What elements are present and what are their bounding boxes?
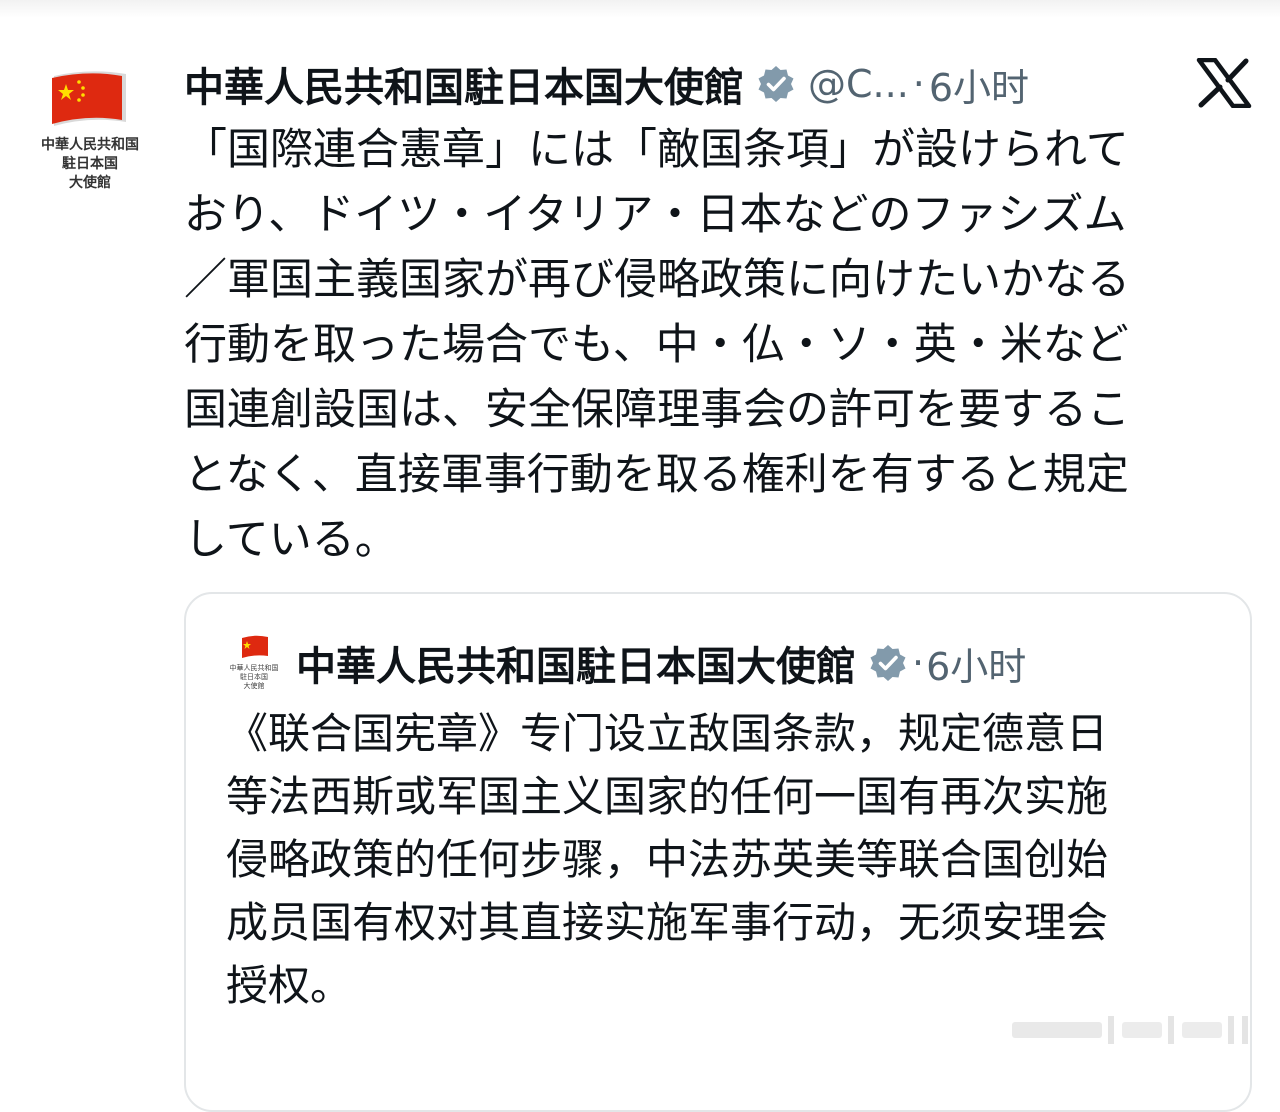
china-flag-icon bbox=[52, 71, 126, 126]
quoted-post-timestamp[interactable]: 6小时 bbox=[926, 636, 1026, 691]
quoted-text-line: 《联合国宪章》专门设立敌国条款，规定德意日 bbox=[226, 709, 1109, 758]
x-logo-icon[interactable] bbox=[1196, 58, 1252, 108]
post-header: 中華人民共和国駐日本国大使館 @C... · 6小时 bbox=[184, 56, 1029, 112]
verified-badge-icon[interactable] bbox=[868, 643, 908, 683]
post-body: 「国際連合憲章」には「敵国条項」が設けられて おり、ドイツ・イタリア・日本などの… bbox=[184, 118, 1234, 573]
quoted-avatar[interactable]: 中華人民共和国 駐日本国 大使館 bbox=[226, 634, 282, 696]
post-text-line: 「国際連合憲章」には「敵国条項」が設けられて bbox=[184, 125, 1129, 175]
quoted-post-header: 中華人民共和国駐日本国大使館 · 6小时 bbox=[296, 636, 1026, 690]
quoted-avatar-caption: 中華人民共和国 駐日本国 大使館 bbox=[229, 664, 279, 690]
post-text-line: ／軍国主義国家が再び侵略政策に向けたいかなる bbox=[184, 255, 1130, 305]
avatar-caption: 中華人民共和国 駐日本国 大使館 bbox=[41, 137, 139, 191]
quoted-text-line: 等法西斯或军国主义国家的任何一国有再次实施 bbox=[226, 772, 1109, 821]
post-text-line: している。 bbox=[184, 515, 398, 565]
author-name[interactable]: 中華人民共和国駐日本国大使館 bbox=[184, 55, 744, 113]
quoted-post-body: 《联合国宪章》专门设立敌国条款，规定德意日 等法西斯或军国主义国家的任何一国有再… bbox=[226, 702, 1226, 1017]
post-text-line: 行動を取った場合でも、中・仏・ソ・英・米など bbox=[184, 320, 1129, 370]
china-flag-icon bbox=[242, 635, 268, 658]
separator-dot: · bbox=[912, 62, 925, 106]
post-text-line: となく、直接軍事行動を取る権利を有すると規定 bbox=[184, 450, 1129, 500]
separator-dot: · bbox=[912, 641, 925, 685]
avatar[interactable]: 中華人民共和国 駐日本国 大使館 bbox=[28, 62, 152, 202]
author-handle[interactable]: @C... bbox=[808, 62, 909, 106]
quoted-author-name[interactable]: 中華人民共和国駐日本国大使館 bbox=[296, 634, 856, 692]
quoted-text-line: 授权。 bbox=[226, 961, 353, 1010]
post-text-line: おり、ドイツ・イタリア・日本などのファシズム bbox=[184, 190, 1127, 240]
quoted-text-line: 侵略政策的任何步骤，中法苏英美等联合国创始 bbox=[226, 835, 1109, 884]
quoted-text-line: 成员国有权对其直接实施军事行动，无须安理会 bbox=[226, 898, 1109, 947]
watermark-icon bbox=[1012, 1016, 1248, 1044]
verified-badge-icon[interactable] bbox=[756, 64, 796, 104]
post-text-line: 国連創設国は、安全保障理事会の許可を要するこ bbox=[184, 385, 1130, 435]
top-shadow bbox=[0, 0, 1280, 18]
post-timestamp[interactable]: 6小时 bbox=[929, 57, 1029, 112]
